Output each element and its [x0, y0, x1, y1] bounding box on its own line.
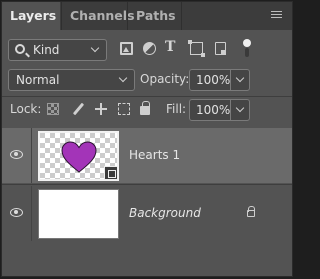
- tab-layers[interactable]: Layers: [2, 2, 60, 30]
- filter-kind-label: Kind: [33, 43, 60, 57]
- lock-position-icon[interactable]: [95, 103, 107, 115]
- smart-object-filter-icon[interactable]: [215, 42, 226, 55]
- smart-object-badge-icon: [104, 166, 118, 180]
- layer-row-hearts-1[interactable]: Hearts 1: [2, 128, 292, 183]
- fill-label: Fill:: [166, 102, 187, 116]
- panel-menu-icon[interactable]: [271, 11, 282, 20]
- lock-label: Lock:: [10, 102, 42, 116]
- adjustment-filter-icon[interactable]: [143, 42, 156, 55]
- layer-name[interactable]: Background: [129, 206, 201, 220]
- opacity-field[interactable]: 100%: [189, 69, 250, 91]
- shape-filter-icon[interactable]: [188, 40, 205, 57]
- type-filter-icon[interactable]: T: [165, 39, 178, 57]
- tab-divider: [181, 2, 182, 30]
- heart-icon: [61, 141, 97, 173]
- image-filter-icon[interactable]: [120, 42, 133, 55]
- opacity-value[interactable]: 100%: [196, 73, 230, 87]
- search-icon: [15, 44, 25, 54]
- visibility-eye-icon[interactable]: [10, 208, 23, 217]
- layer-name[interactable]: Hearts 1: [129, 148, 180, 162]
- blend-mode-value: Normal: [16, 73, 60, 87]
- fill-field[interactable]: 100%: [189, 99, 250, 121]
- panel-tab-bar: Layers Channels Paths: [2, 2, 292, 30]
- lock-icon[interactable]: [247, 206, 255, 217]
- lock-artboard-icon[interactable]: [118, 103, 130, 115]
- layer-row-background[interactable]: Background: [2, 186, 292, 241]
- opacity-label: Opacity:: [140, 72, 190, 86]
- layers-panel: Layers Channels Paths Kind T Normal Opac…: [1, 1, 293, 277]
- tab-channels[interactable]: Channels: [61, 2, 135, 30]
- lock-pixels-icon[interactable]: [47, 103, 59, 115]
- layer-thumbnail[interactable]: [38, 131, 119, 181]
- chevron-down-icon: [118, 73, 128, 83]
- chevron-down-icon[interactable]: [235, 103, 245, 113]
- divider: [2, 96, 292, 97]
- fill-value[interactable]: 100%: [196, 103, 230, 117]
- lock-all-icon[interactable]: [140, 101, 150, 115]
- filter-kind-select[interactable]: Kind: [8, 39, 107, 61]
- lock-image-pixels-icon[interactable]: [72, 103, 84, 115]
- blend-mode-select[interactable]: Normal: [8, 69, 135, 91]
- chevron-down-icon: [90, 43, 100, 53]
- chevron-down-icon[interactable]: [235, 73, 245, 83]
- filter-toggle-icon[interactable]: [243, 39, 251, 57]
- tab-paths[interactable]: Paths: [127, 2, 181, 30]
- visibility-eye-icon[interactable]: [10, 150, 23, 159]
- layer-thumbnail[interactable]: [38, 189, 119, 239]
